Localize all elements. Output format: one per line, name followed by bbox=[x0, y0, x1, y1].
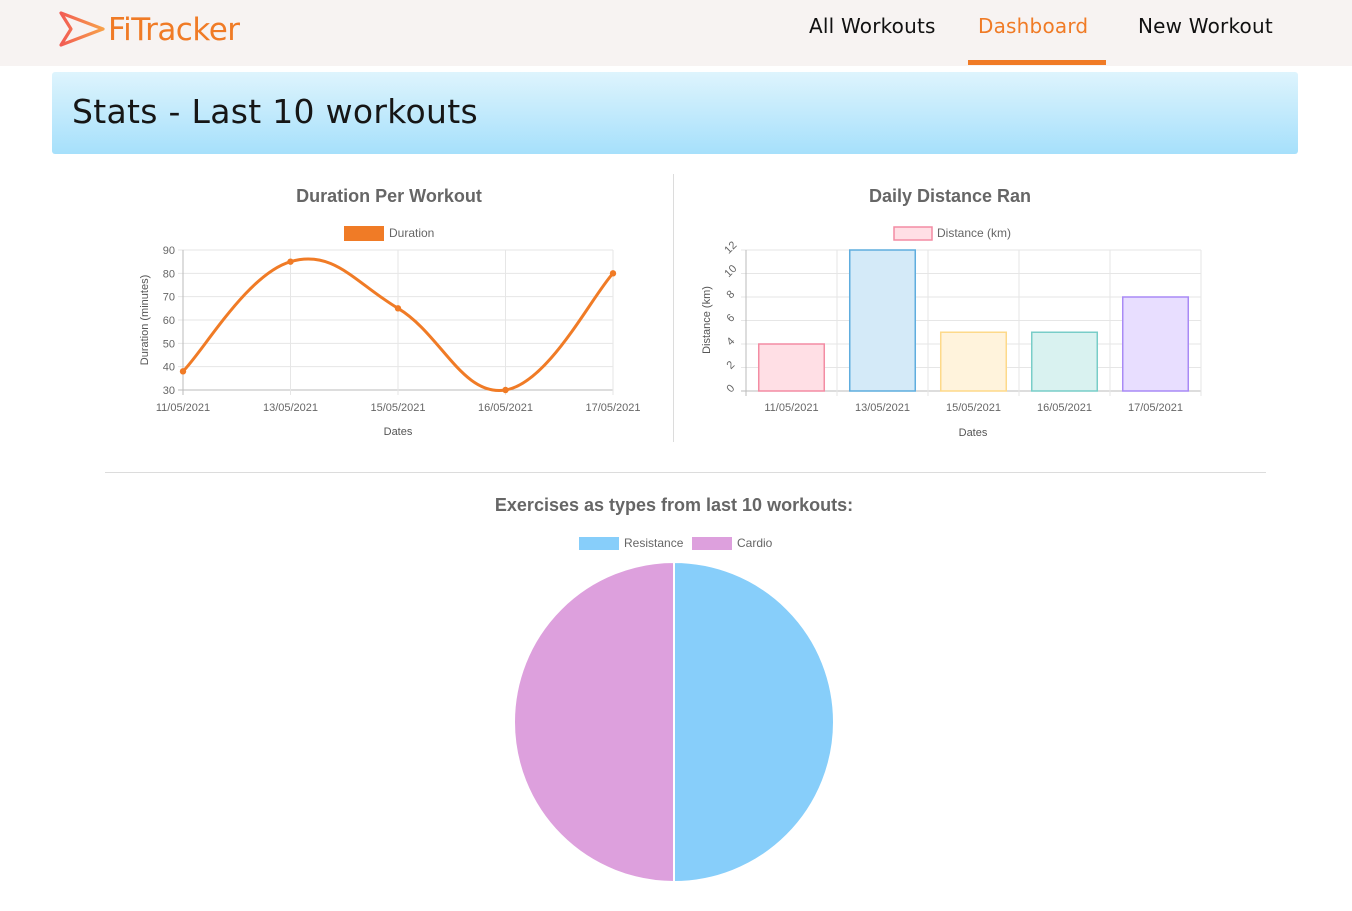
line-y-tick-label: 90 bbox=[163, 245, 175, 257]
page-title: Stats - Last 10 workouts bbox=[72, 92, 478, 131]
line-x-tick-label: 11/05/2021 bbox=[156, 402, 210, 414]
line-x-tick-label: 15/05/2021 bbox=[370, 402, 425, 414]
chart-divider-vertical bbox=[673, 174, 674, 442]
line-y-tick-label: 60 bbox=[163, 315, 175, 327]
pie-slice[interactable] bbox=[513, 560, 675, 884]
pie-legend-swatch bbox=[579, 537, 619, 550]
pie-legend-swatch bbox=[692, 537, 732, 550]
bar-x-tick-label: 17/05/2021 bbox=[1128, 402, 1183, 414]
send-arrow-icon bbox=[58, 8, 106, 53]
bar-y-tick-label: 10 bbox=[722, 263, 739, 280]
pie-slice[interactable] bbox=[673, 560, 835, 884]
pie-legend-label[interactable]: Resistance bbox=[624, 536, 684, 550]
bar-y-tick-label: 12 bbox=[722, 239, 739, 256]
line-x-tick-label: 13/05/2021 bbox=[263, 402, 318, 414]
bar-y-tick-label: 8 bbox=[724, 288, 737, 301]
distance-bar[interactable] bbox=[939, 331, 1008, 392]
line-y-tick-label: 30 bbox=[163, 385, 175, 397]
stats-banner: Stats - Last 10 workouts bbox=[52, 72, 1298, 154]
duration-data-point[interactable] bbox=[394, 305, 402, 312]
line-y-tick-label: 40 bbox=[163, 362, 175, 374]
line-legend-label[interactable]: Duration bbox=[389, 226, 434, 240]
line-y-axis-label: Duration (minutes) bbox=[139, 275, 151, 365]
distance-bar[interactable] bbox=[848, 249, 917, 392]
line-x-tick-label: 16/05/2021 bbox=[478, 402, 533, 414]
brand-link[interactable]: FiTracker bbox=[58, 8, 240, 52]
duration-data-point[interactable] bbox=[502, 386, 509, 394]
exercise-types-pie-chart: Exercises as types from last 10 workouts… bbox=[495, 495, 853, 884]
active-tab-indicator bbox=[968, 60, 1106, 65]
distance-bar[interactable] bbox=[1030, 331, 1099, 392]
nav-dashboard[interactable]: Dashboard bbox=[978, 14, 1088, 38]
brand-name: FiTracker bbox=[108, 12, 240, 48]
navbar: FiTracker All Workouts Dashboard New Wor… bbox=[0, 0, 1352, 66]
chart-divider-horizontal bbox=[105, 472, 1266, 473]
bar-y-axis-label: Distance (km) bbox=[701, 286, 713, 354]
nav-all-workouts[interactable]: All Workouts bbox=[809, 14, 936, 38]
bar-x-tick-label: 16/05/2021 bbox=[1037, 402, 1092, 414]
line-y-tick-label: 80 bbox=[163, 268, 175, 280]
duration-line-chart: Duration Per Workout Duration 30 40 50 60 70… bbox=[139, 186, 641, 438]
bar-x-tick-label: 15/05/2021 bbox=[946, 402, 1001, 414]
bar-x-tick-label: 13/05/2021 bbox=[855, 402, 910, 414]
bar-y-tick-label: 6 bbox=[724, 312, 737, 325]
line-chart-title: Duration Per Workout bbox=[296, 186, 482, 206]
bar-legend-swatch bbox=[893, 226, 933, 241]
duration-data-point[interactable] bbox=[287, 258, 294, 265]
bar-x-tick-label: 11/05/2021 bbox=[764, 402, 818, 414]
distance-bar-chart: Daily Distance Ran Distance (km) 0 2 4 6 8 10… bbox=[701, 186, 1202, 439]
bar-x-axis-label: Dates bbox=[959, 427, 988, 439]
bar-y-tick-label: 4 bbox=[724, 335, 737, 348]
bar-y-tick-label: 0 bbox=[724, 382, 737, 395]
duration-data-point[interactable] bbox=[609, 270, 617, 277]
bar-legend-label[interactable]: Distance (km) bbox=[937, 226, 1011, 240]
duration-data-point[interactable] bbox=[179, 368, 187, 375]
line-x-axis-label: Dates bbox=[384, 426, 413, 438]
line-legend-swatch bbox=[344, 226, 384, 241]
line-x-tick-label: 17/05/2021 bbox=[585, 402, 640, 414]
nav-new-workout[interactable]: New Workout bbox=[1138, 14, 1273, 38]
bar-chart-title: Daily Distance Ran bbox=[869, 186, 1031, 206]
distance-bar[interactable] bbox=[757, 343, 826, 392]
pie-legend-label[interactable]: Cardio bbox=[737, 536, 773, 550]
line-y-tick-label: 70 bbox=[163, 292, 175, 304]
distance-bar[interactable] bbox=[1121, 296, 1190, 392]
line-y-tick-label: 50 bbox=[163, 338, 175, 350]
pie-chart-title: Exercises as types from last 10 workouts… bbox=[495, 495, 853, 515]
bar-y-tick-label: 2 bbox=[724, 359, 737, 372]
